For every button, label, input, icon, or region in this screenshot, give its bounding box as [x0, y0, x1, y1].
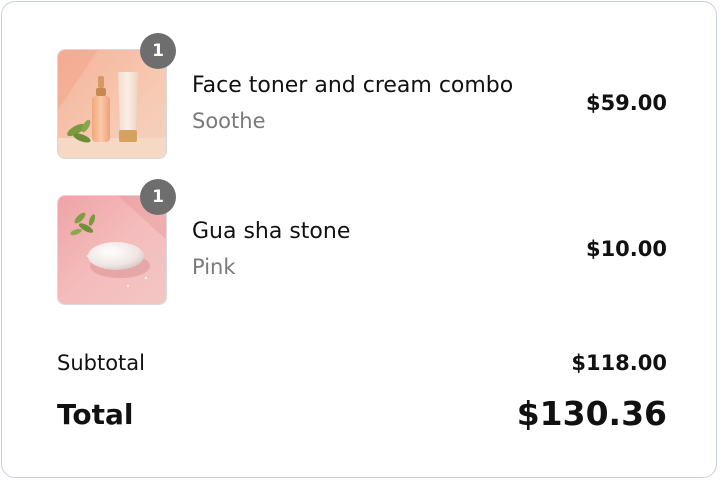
order-summary-card: 1 Face toner and cream combo Soothe $59.…: [1, 1, 717, 478]
product-price: $10.00: [585, 237, 667, 261]
product-variant: Soothe: [192, 109, 266, 133]
product-variant: Pink: [192, 255, 236, 279]
quantity-badge: 1: [140, 179, 176, 215]
product-price: $59.00: [585, 91, 667, 115]
total-label: Total: [57, 398, 134, 431]
line-item: 1 Gua sha stone Pink $10.00: [57, 179, 667, 305]
line-item: 1 Face toner and cream combo Soothe $59.…: [57, 33, 667, 159]
subtotal-label: Subtotal: [57, 351, 145, 375]
subtotal-value: $118.00: [571, 351, 667, 375]
product-name: Gua sha stone: [192, 219, 351, 244]
quantity-badge: 1: [140, 33, 176, 69]
total-value: $130.36: [516, 394, 667, 433]
product-name: Face toner and cream combo: [192, 73, 514, 98]
total-row: Total $130.36: [57, 394, 667, 438]
subtotal-row: Subtotal $118.00: [57, 349, 667, 379]
